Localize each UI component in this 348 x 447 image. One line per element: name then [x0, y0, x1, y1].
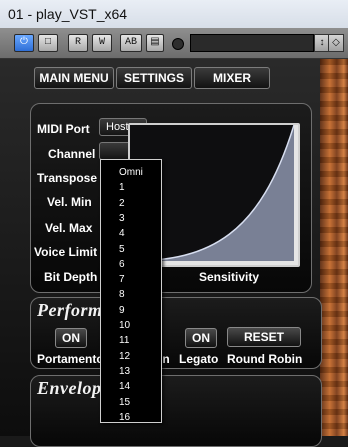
window-titlebar: 01 - play_VST_x64: [0, 0, 348, 29]
channel-option[interactable]: 8: [119, 288, 159, 301]
channel-option[interactable]: 7: [119, 273, 159, 286]
channel-option[interactable]: 9: [119, 304, 159, 317]
channel-option[interactable]: 5: [119, 243, 159, 256]
sensitivity-label: Sensitivity: [199, 270, 260, 284]
window-title: 01 - play_VST_x64: [8, 6, 128, 22]
channel-label: Channel: [48, 147, 96, 161]
power-button[interactable]: ⏻: [14, 34, 34, 52]
mixer-button[interactable]: MIXER: [194, 67, 270, 89]
activity-indicator: [172, 38, 184, 50]
channel-option[interactable]: 13: [119, 365, 159, 378]
channel-option[interactable]: 4: [119, 227, 159, 240]
legato-label: Legato: [179, 352, 219, 366]
wood-side-panel: [320, 59, 348, 436]
channel-option[interactable]: 10: [119, 319, 159, 332]
settings-button[interactable]: SETTINGS: [116, 67, 192, 89]
vel-min-label: Vel. Min: [47, 195, 92, 209]
channel-option[interactable]: 6: [119, 258, 159, 271]
vel-max-label: Vel. Max: [45, 221, 93, 235]
round-robin-label: Round Robin: [227, 352, 303, 366]
channel-option[interactable]: 12: [119, 350, 159, 363]
voice-limit-label: Voice Limit: [34, 245, 98, 259]
channel-option[interactable]: 1: [119, 181, 159, 194]
preset-field[interactable]: [190, 34, 314, 52]
read-automation-button[interactable]: R: [68, 34, 88, 52]
channel-option[interactable]: Omni: [119, 166, 159, 179]
channel-option[interactable]: 2: [119, 197, 159, 210]
plugin-area: MAIN MENU SETTINGS MIXER MIDI Port Host …: [0, 59, 348, 447]
host-toolbar: ⏻ □ R W AB ▤ ↕ ◇: [0, 28, 348, 59]
reset-button[interactable]: RESET: [227, 327, 301, 347]
midi-port-label: MIDI Port: [37, 122, 90, 136]
write-automation-button[interactable]: W: [92, 34, 112, 52]
settings-icon[interactable]: ◇: [328, 34, 344, 52]
channel-option[interactable]: 16: [119, 411, 159, 424]
preset-menu-button[interactable]: ▤: [146, 34, 164, 52]
channel-option[interactable]: 3: [119, 212, 159, 225]
performance-panel: Perform ON Portamento on ON Legato RESET…: [30, 297, 322, 369]
channel-option[interactable]: 14: [119, 380, 159, 393]
performance-title: Perform: [37, 300, 103, 320]
compare-button[interactable]: AB: [120, 34, 142, 52]
monitor-button[interactable]: □: [38, 34, 58, 52]
envelope-title: Envelop: [37, 378, 102, 398]
transpose-label: Transpose: [37, 171, 98, 185]
channel-option[interactable]: 15: [119, 396, 159, 409]
channel-dropdown[interactable]: Omni 1 2 3 4 5 6 7 8 9 10 11 12 13 14 15 16: [100, 159, 162, 423]
envelope-panel: Envelop: [30, 375, 322, 447]
portamento-on-button[interactable]: ON: [55, 328, 87, 348]
channel-option[interactable]: 11: [119, 334, 159, 347]
legato-on-button[interactable]: ON: [185, 328, 217, 348]
portamento-label: Portamento: [37, 352, 104, 366]
bit-depth-label: Bit Depth: [44, 270, 98, 284]
main-menu-button[interactable]: MAIN MENU: [34, 67, 114, 89]
